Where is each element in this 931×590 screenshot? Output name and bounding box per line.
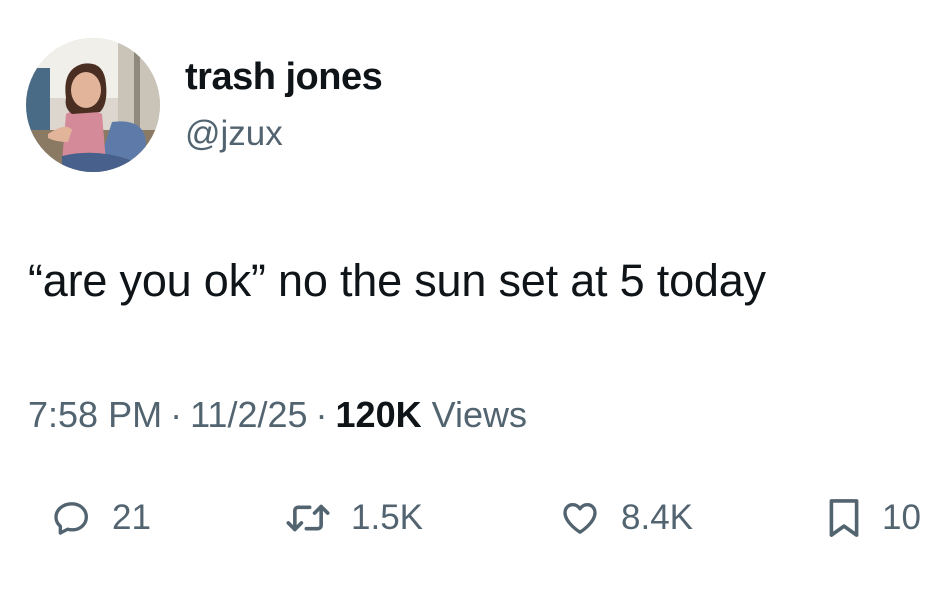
author-handle[interactable]: @jzux [185, 114, 283, 154]
tweet-card: trash jones @jzux “are you ok” no the su… [0, 0, 931, 590]
tweet-meta: 7:58 PM · 11/2/25 · 120K Views [28, 394, 527, 436]
meta-separator: · [315, 394, 328, 435]
avatar[interactable] [26, 38, 160, 172]
tweet-time[interactable]: 7:58 PM [28, 394, 162, 435]
bookmark-icon [829, 499, 859, 537]
reply-count: 21 [112, 498, 151, 537]
retweet-icon [286, 504, 330, 532]
views-label: Views [431, 394, 527, 435]
views-count: 120K [335, 394, 422, 435]
tweet-date[interactable]: 11/2/25 [190, 394, 307, 435]
avatar-photo [26, 38, 160, 172]
like-button[interactable]: 8.4K [559, 490, 693, 546]
reply-button[interactable]: 21 [52, 490, 151, 546]
bookmark-count: 10 [882, 498, 921, 537]
retweet-count: 1.5K [351, 498, 423, 537]
heart-icon [563, 503, 597, 534]
meta-separator: · [170, 394, 183, 435]
like-count: 8.4K [621, 498, 693, 537]
bookmark-button[interactable]: 10 [826, 490, 921, 546]
author-display-name[interactable]: trash jones [185, 56, 383, 99]
tweet-text: “are you ok” no the sun set at 5 today [28, 255, 766, 306]
retweet-button[interactable]: 1.5K [285, 490, 423, 546]
reply-icon [54, 502, 89, 535]
action-bar: 21 1.5K 8.4K 10 [0, 478, 931, 558]
